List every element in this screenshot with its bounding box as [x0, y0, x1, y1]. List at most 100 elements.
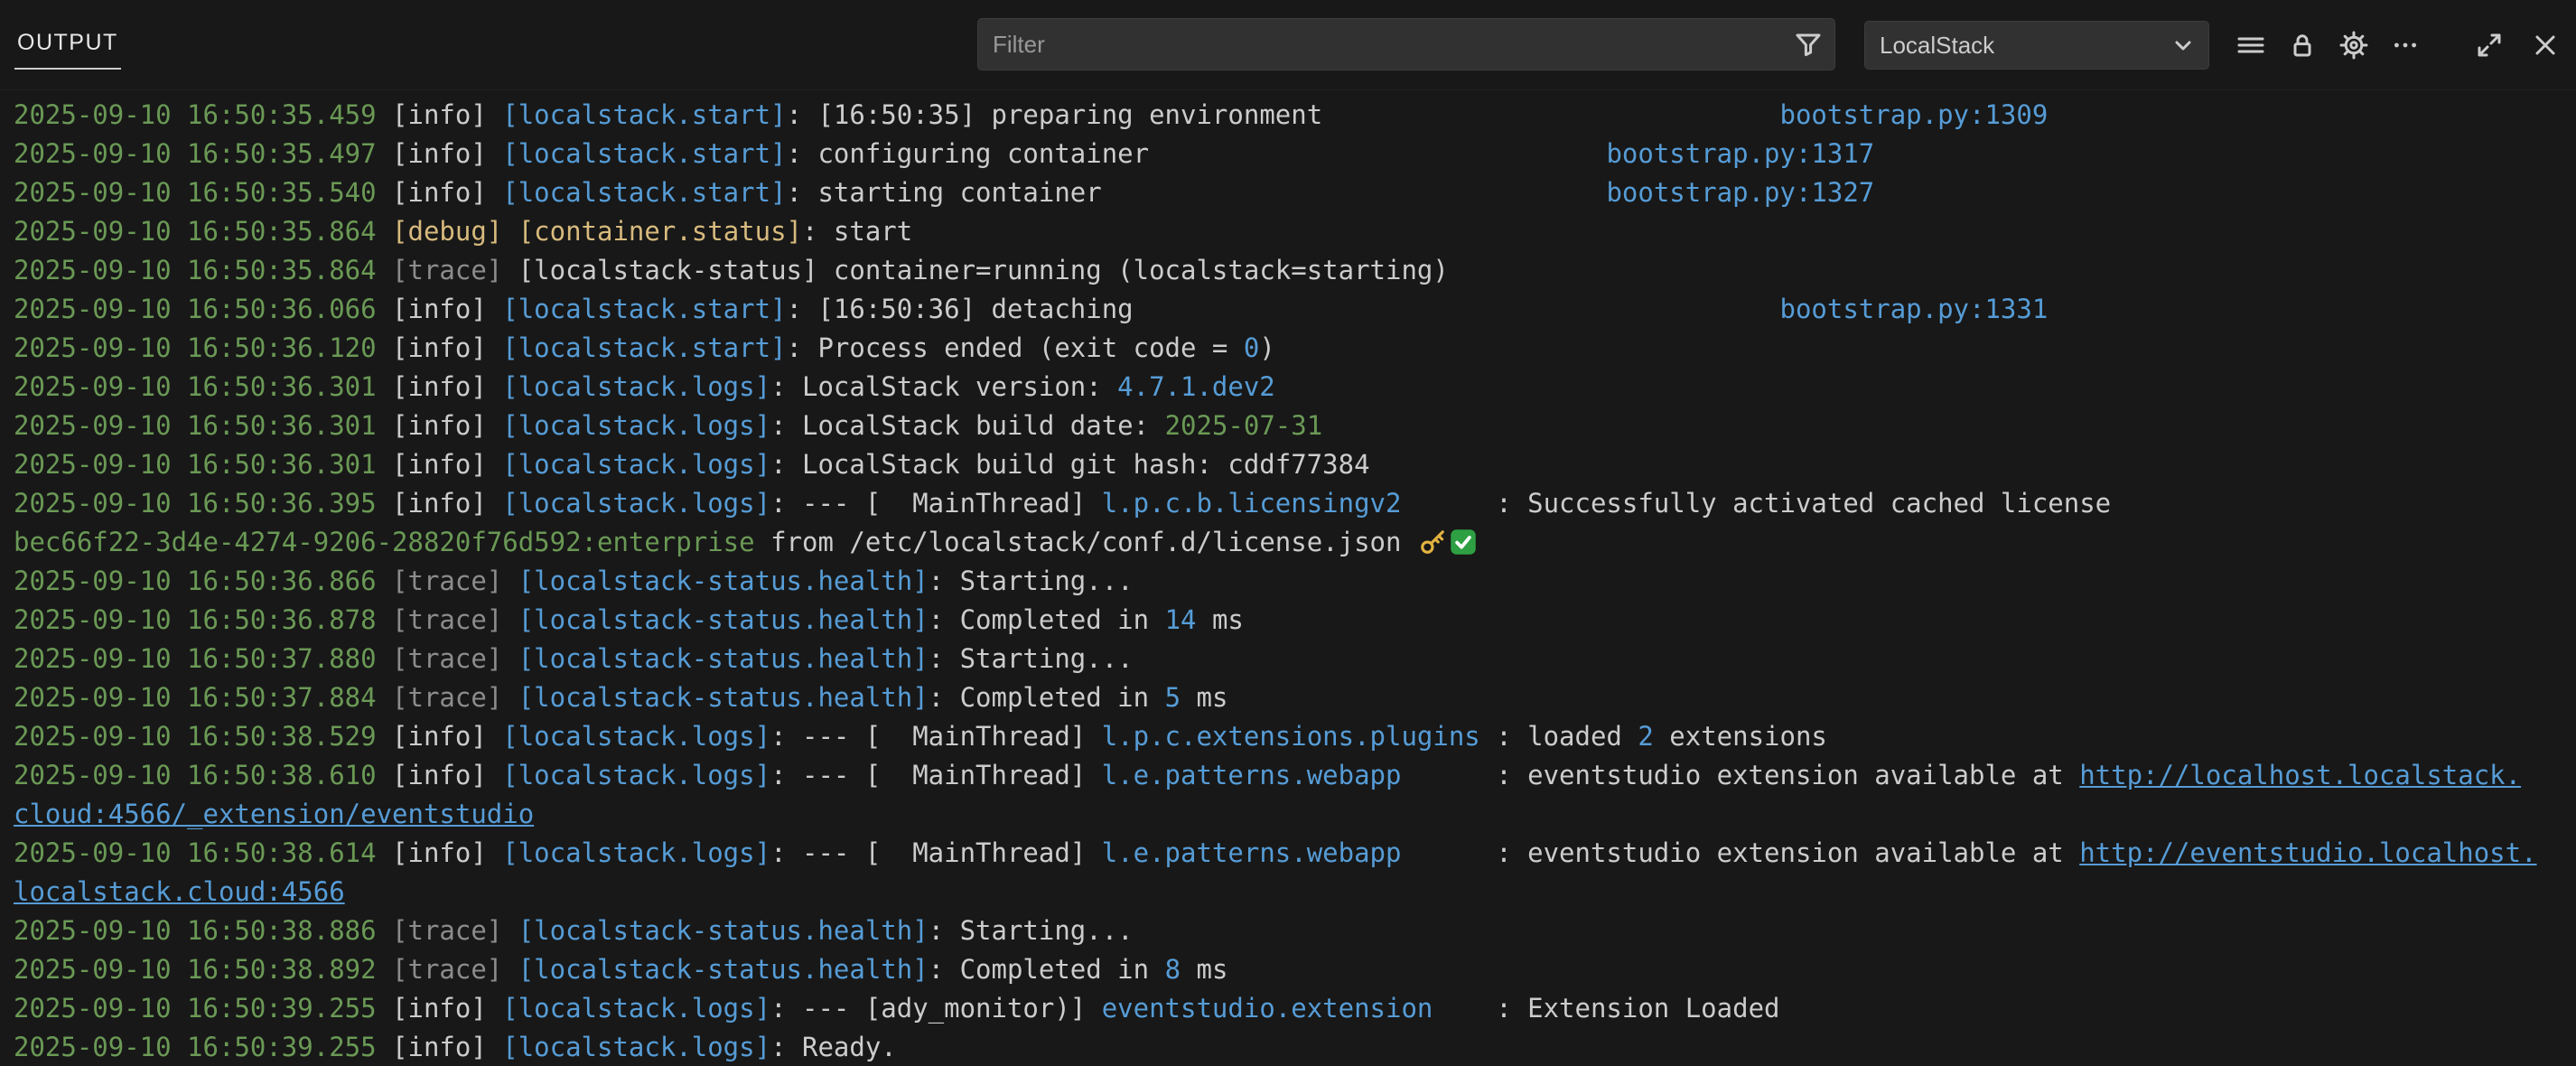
log-line: 2025-09-10 16:50:36.066 [info] [localsta… — [14, 290, 2576, 329]
log-segment: [localstack-status.health] — [518, 604, 929, 635]
log-segment: [info] — [392, 760, 502, 790]
close-panel-button[interactable] — [2525, 25, 2565, 65]
log-segment: [localstack-status.health] — [518, 682, 929, 713]
log-segment: : --- [ady_monitor)] — [770, 993, 1102, 1024]
log-segment: [localstack.start] — [502, 90, 786, 91]
log-segment: [localstack-status] container=running (l… — [518, 255, 1449, 285]
log-segment: : eventstudio extension available at — [1401, 837, 2079, 868]
log-segment: : configuring container — [787, 138, 1607, 169]
log-segment: 2025-09-10 16:50:38.614 — [14, 837, 392, 868]
log-segment: [localstack.start] — [502, 294, 786, 324]
log-segment: : LocalStack version: — [770, 371, 1117, 402]
log-segment: extensions — [1654, 721, 1827, 752]
log-segment: from /etc/localstack/conf.d/license.json — [755, 527, 1417, 557]
lock-icon — [2288, 31, 2317, 60]
log-segment: 2025-09-10 16:50:39.255 — [14, 993, 392, 1024]
log-line: cloud:4566/_extension/eventstudio — [14, 795, 2576, 834]
log-line: bec66f22-3d4e-4274-9206-28820f76d592:ent… — [14, 523, 2576, 562]
log-line: 2025-09-10 16:50:39.255 [info] [localsta… — [14, 989, 2576, 1028]
log-segment: [info] — [392, 177, 502, 208]
output-options-button[interactable] — [2231, 25, 2271, 65]
source-link[interactable]: bootstrap.py:1327 — [1606, 177, 1874, 208]
log-line: 2025-09-10 16:50:35.864 [trace] [localst… — [14, 251, 2576, 290]
log-segment: : --- [ MainThread] — [770, 760, 1102, 790]
log-line: 2025-09-10 16:50:35.459 [info] [localsta… — [14, 96, 2576, 135]
horizontal-lines-icon — [2236, 31, 2265, 60]
log-segment: [localstack.logs] — [502, 721, 770, 752]
settings-button[interactable] — [2334, 25, 2374, 65]
log-segment: : starting container — [787, 177, 1607, 208]
source-link[interactable]: bootstrap.py:1317 — [1606, 138, 1874, 169]
output-panel-header: OUTPUT LocalStack — [0, 0, 2576, 90]
filter-icon[interactable] — [1794, 30, 1823, 59]
log-segment: [localstack.logs] — [502, 410, 770, 441]
log-line: 2025-09-10 16:50:37.880 [trace] [localst… — [14, 640, 2576, 678]
log-segment: [info] — [392, 837, 502, 868]
log-segment: [trace] — [392, 604, 518, 635]
log-segment: [info] — [392, 993, 502, 1024]
log-segment: : Completed in — [929, 604, 1165, 635]
log-segment: 2025-09-10 16:50:38.892 — [14, 954, 392, 985]
log-segment: [localstack.start] — [502, 177, 786, 208]
log-segment: [localstack.start] — [502, 99, 786, 130]
log-segment: : [16:50:35] pulling container image loc… — [787, 90, 1780, 91]
log-segment: 0 — [1244, 332, 1259, 363]
log-output[interactable]: 2025-09-10 16:50:35.447 [info] [localsta… — [0, 90, 2576, 1066]
log-segment: : LocalStack build date: — [770, 410, 1165, 441]
channel-select[interactable]: LocalStack — [1864, 21, 2209, 70]
panel-tab-output[interactable]: OUTPUT — [14, 30, 121, 70]
log-segment: 2 — [1638, 721, 1653, 752]
log-segment: [info] — [392, 138, 502, 169]
log-segment: [localstack-status.health] — [518, 643, 929, 674]
gear-icon — [2339, 31, 2368, 60]
log-segment: 2025-09-10 16:50:35.447 — [14, 90, 392, 91]
filter-input[interactable] — [977, 18, 1835, 70]
log-segment: : Ready. — [770, 1032, 897, 1062]
log-segment: [localstack.start] — [502, 332, 786, 363]
source-link[interactable]: bootstrap.py:1331 — [1779, 294, 2048, 324]
log-segment: 4.7.1.dev2 — [1117, 371, 1275, 402]
maximize-panel-button[interactable] — [2469, 25, 2509, 65]
log-line: 2025-09-10 16:50:36.866 [trace] [localst… — [14, 562, 2576, 601]
check-icon — [1450, 528, 1477, 556]
panel-title-label: OUTPUT — [17, 30, 118, 55]
log-line: 2025-09-10 16:50:36.878 [trace] [localst… — [14, 601, 2576, 640]
log-line: 2025-09-10 16:50:38.610 [info] [localsta… — [14, 756, 2576, 795]
source-link[interactable]: bootstrap.py:1309 — [1779, 99, 2048, 130]
log-segment: ms — [1181, 682, 1227, 713]
log-line: 2025-09-10 16:50:36.120 [info] [localsta… — [14, 329, 2576, 368]
log-segment: [info] — [392, 1032, 502, 1062]
log-line: localstack.cloud:4566 — [14, 873, 2576, 912]
log-segment: 2025-09-10 16:50:36.866 — [14, 566, 392, 596]
log-segment: [localstack.logs] — [502, 760, 770, 790]
log-segment: : --- [ MainThread] — [770, 721, 1102, 752]
log-segment: : Successfully activated cached license — [1401, 488, 2111, 519]
log-segment: [localstack.logs] — [502, 1032, 770, 1062]
log-line: 2025-09-10 16:50:38.614 [info] [localsta… — [14, 834, 2576, 873]
log-line: 2025-09-10 16:50:39.255 [info] [localsta… — [14, 1028, 2576, 1066]
log-segment: [info] — [392, 371, 502, 402]
log-link[interactable]: cloud:4566/_extension/eventstudio — [14, 799, 534, 829]
log-segment: [localstack.logs] — [502, 837, 770, 868]
log-segment: 2025-09-10 16:50:36.301 — [14, 410, 392, 441]
log-segment: : Process ended (exit code = — [787, 332, 1244, 363]
auto-scroll-lock-button[interactable] — [2282, 25, 2322, 65]
more-actions-button[interactable] — [2385, 25, 2425, 65]
log-link[interactable]: localstack.cloud:4566 — [14, 876, 345, 907]
log-segment: 2025-09-10 16:50:38.886 — [14, 915, 392, 946]
log-line: 2025-09-10 16:50:38.892 [trace] [localst… — [14, 950, 2576, 989]
log-segment: 2025-09-10 16:50:39.255 — [14, 1032, 392, 1062]
log-segment: [localstack.logs] — [502, 449, 770, 480]
log-segment: 2025-09-10 16:50:35.459 — [14, 99, 392, 130]
close-icon — [2531, 31, 2560, 60]
chevron-down-icon — [2169, 31, 2198, 60]
log-segment: [localstack.logs] — [502, 993, 770, 1024]
log-segment: 8 — [1165, 954, 1181, 985]
log-link[interactable]: http://localhost.localstack. — [2079, 760, 2521, 790]
log-segment: : Extension Loaded — [1433, 993, 1779, 1024]
log-link[interactable]: http://eventstudio.localhost. — [2079, 837, 2536, 868]
log-segment: 2025-09-10 16:50:38.529 — [14, 721, 392, 752]
log-segment: eventstudio.extension — [1102, 993, 1433, 1024]
log-segment: [info] — [392, 721, 502, 752]
log-segment: 2025-09-10 16:50:37.880 — [14, 643, 392, 674]
